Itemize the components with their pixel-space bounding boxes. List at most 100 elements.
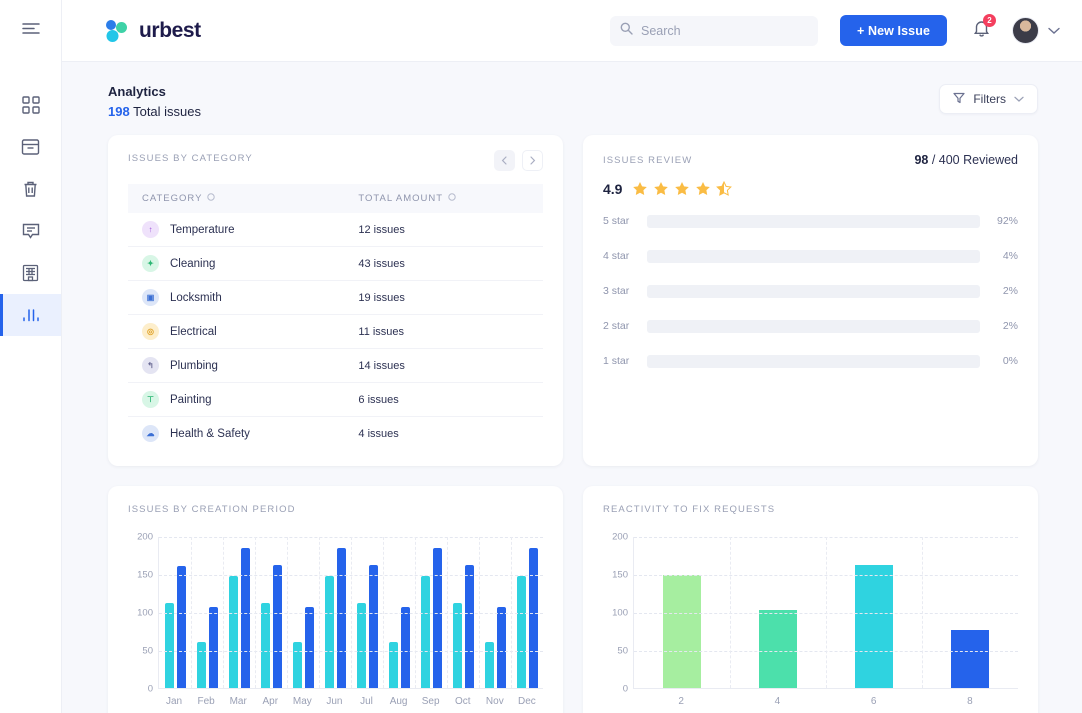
page-header: Analytics 198 Total issues Filters (86, 84, 1060, 119)
rating-bar-track (647, 250, 980, 263)
notifications-button[interactable]: 2 (973, 19, 990, 42)
amount-cell: 43 issues (358, 247, 543, 281)
table-row[interactable]: ↑Temperature12 issues (128, 213, 543, 247)
table-row[interactable]: ✦Cleaning43 issues (128, 247, 543, 281)
table-header: Category Total amount (128, 184, 543, 213)
amount-cell: 14 issues (358, 349, 543, 383)
bar[interactable] (177, 566, 186, 688)
vertical-gridline (511, 537, 512, 688)
bar[interactable] (273, 565, 282, 688)
bar[interactable] (517, 576, 526, 688)
avatar[interactable] (1012, 17, 1039, 44)
sidebar-item-buildings[interactable] (0, 252, 61, 294)
bar[interactable] (529, 548, 538, 688)
table-row[interactable]: ☁Health & Safety4 issues (128, 417, 543, 451)
sidebar-item-trash[interactable] (0, 168, 61, 210)
x-tick-label: Aug (383, 696, 415, 707)
category-cell: ↑Temperature (128, 213, 358, 247)
account-menu-button[interactable] (1048, 22, 1060, 40)
bar[interactable] (855, 565, 893, 688)
card-title: Issues by category (128, 153, 253, 164)
total-issues-label: Total issues (133, 104, 201, 119)
creation-period-chart: 050100150200 (128, 537, 543, 689)
filters-label: Filters (973, 92, 1006, 106)
sidebar-item-analytics[interactable] (0, 294, 61, 336)
sidebar-item-messages[interactable] (0, 210, 61, 252)
bar[interactable] (369, 565, 378, 688)
bar[interactable] (293, 642, 302, 688)
bar[interactable] (497, 607, 506, 688)
bar[interactable] (465, 565, 474, 688)
bar[interactable] (401, 607, 410, 688)
brand-logo[interactable]: urbest (104, 19, 201, 43)
bar[interactable] (305, 607, 314, 688)
bar[interactable] (241, 548, 250, 688)
rating-bar-row: 2 star2% (603, 319, 1018, 333)
sidebar-nav (0, 84, 61, 336)
new-issue-button[interactable]: + New Issue (840, 15, 947, 46)
dashboard-grid: Issues by category (86, 135, 1060, 713)
amount-cell: 4 issues (358, 417, 543, 451)
building-icon (22, 264, 39, 282)
y-axis: 050100150200 (128, 537, 158, 689)
rating-bar-percent: 0% (980, 355, 1018, 367)
bar[interactable] (261, 603, 270, 688)
next-page-button[interactable] (522, 150, 543, 171)
bar[interactable] (433, 548, 442, 688)
brand-name: urbest (139, 19, 201, 43)
column-header-total-amount[interactable]: Total amount (358, 184, 543, 213)
x-tick-label: Feb (190, 696, 222, 707)
card-title: Issues review (603, 155, 692, 166)
bar[interactable] (759, 610, 797, 688)
table-row[interactable]: ↰Plumbing14 issues (128, 349, 543, 383)
reviewed-count: 98 (914, 153, 928, 167)
bar[interactable] (197, 642, 206, 688)
search-box[interactable] (610, 16, 818, 46)
reviewed-total: / 400 Reviewed (928, 153, 1018, 167)
bar[interactable] (325, 576, 334, 688)
star-rating (632, 180, 737, 198)
rating-bar-track (647, 285, 980, 298)
bar[interactable] (389, 642, 398, 688)
x-tick-label: 2 (633, 696, 729, 707)
x-tick-label: May (286, 696, 318, 707)
table-row[interactable]: ▣Locksmith19 issues (128, 281, 543, 315)
category-icon: ↰ (142, 357, 159, 374)
bar[interactable] (357, 603, 366, 688)
rating-value: 4.9 (603, 181, 622, 197)
bar[interactable] (337, 548, 346, 688)
bar[interactable] (229, 576, 238, 688)
bar[interactable] (951, 630, 989, 688)
filters-button[interactable]: Filters (939, 84, 1038, 114)
archive-icon (21, 138, 40, 156)
column-header-category[interactable]: Category (128, 184, 358, 213)
bar[interactable] (453, 603, 462, 688)
bar[interactable] (663, 575, 701, 688)
chat-icon (22, 222, 40, 240)
rating-distribution: 5 star92%4 star4%3 star2%2 star2%1 star0… (603, 214, 1018, 368)
rating-bar-label: 3 star (603, 285, 647, 297)
prev-page-button[interactable] (494, 150, 515, 171)
reactivity-chart: 050100150200 (603, 537, 1018, 689)
filter-icon (953, 92, 965, 107)
table-row[interactable]: ◎Electrical11 issues (128, 315, 543, 349)
category-name: Electrical (170, 326, 217, 338)
bar[interactable] (165, 603, 174, 688)
x-tick-label: 4 (729, 696, 825, 707)
sidebar-item-archive[interactable] (0, 126, 61, 168)
rating-bar-row: 4 star4% (603, 249, 1018, 263)
vertical-gridline (730, 537, 731, 688)
table-row[interactable]: ⊤Painting6 issues (128, 383, 543, 417)
x-tick-label: Dec (511, 696, 543, 707)
chevron-down-icon (1014, 92, 1024, 106)
bar[interactable] (209, 607, 218, 688)
sidebar-menu-toggle[interactable] (0, 0, 61, 62)
card-title: Issues by creation period (128, 504, 543, 515)
sidebar-item-dashboard[interactable] (0, 84, 61, 126)
rating-bar-percent: 2% (980, 320, 1018, 332)
bar[interactable] (485, 642, 494, 688)
search-input[interactable] (641, 24, 808, 38)
x-tick-label: Jul (350, 696, 382, 707)
vertical-gridline (351, 537, 352, 688)
bar[interactable] (421, 576, 430, 688)
